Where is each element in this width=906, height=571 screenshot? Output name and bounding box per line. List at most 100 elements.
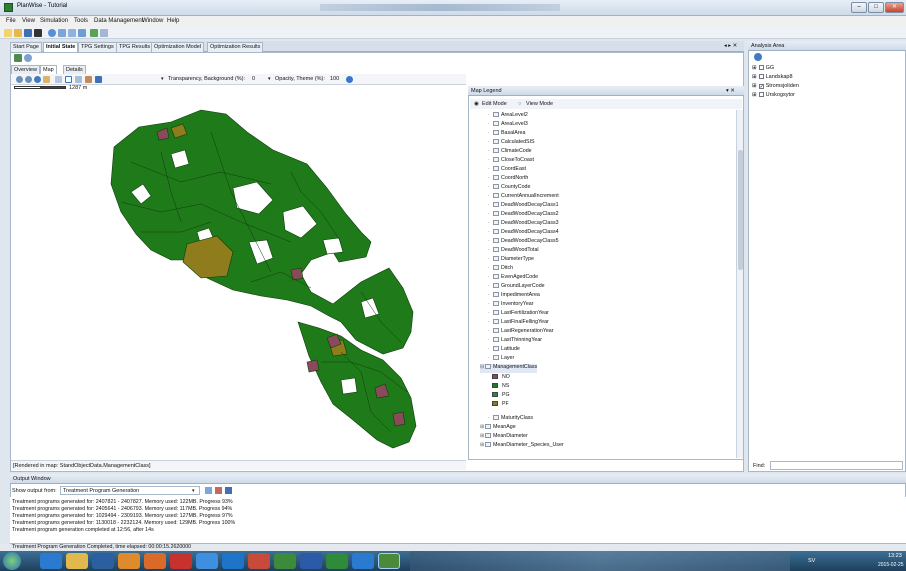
urskogsytor-checkbox[interactable] [758, 92, 764, 97]
output-log[interactable]: Treatment programs generated for: 240782… [10, 497, 906, 543]
acrobat-icon[interactable] [170, 553, 192, 569]
transparency-dropdown-arrow[interactable]: ▾ [161, 76, 164, 82]
legend-item-deadwooddecayclass1[interactable]: · DeadWoodDecayClass1 [488, 202, 559, 211]
legend-item-calculatedsis[interactable]: · CalculatedSIS [488, 139, 535, 148]
start-button-icon[interactable] [3, 552, 21, 570]
legend-item-deadwooddecayclass3[interactable]: · DeadWoodDecayClass3 [488, 220, 559, 229]
legend-item-latitude[interactable]: · Latitude [488, 346, 520, 355]
legend-item-climatecode[interactable]: · ClimateCode [488, 148, 532, 157]
forest-map[interactable] [11, 92, 466, 457]
planwise-taskbar-icon[interactable] [378, 553, 400, 569]
legend-item-lastregenerationyear[interactable]: · LastRegenerationYear [488, 328, 554, 337]
explorer-icon[interactable] [66, 553, 88, 569]
save-icon[interactable] [24, 29, 32, 37]
export-icon[interactable] [90, 29, 98, 37]
legend-item-closetocoast[interactable]: · CloseToCoast [488, 157, 534, 166]
legend-item-impedimentarea[interactable]: · ImpedimentArea [488, 292, 540, 301]
pan-hand-icon[interactable] [43, 76, 50, 83]
legend-scrollbar[interactable] [736, 110, 743, 458]
transparency-value[interactable]: 0 [252, 76, 255, 82]
menu-file[interactable]: File [6, 18, 16, 24]
zoom-out-icon[interactable] [25, 76, 32, 83]
menu-data-management[interactable]: Data Management [94, 18, 143, 24]
settings-icon[interactable] [85, 76, 92, 83]
ie2-icon[interactable] [352, 553, 374, 569]
legend-item-lastthinningyear[interactable]: · LastThinningYear [488, 337, 542, 346]
legend-item-currentannualincrement[interactable]: · CurrentAnnualIncrement [488, 193, 559, 202]
tab-start-page[interactable]: Start Page [10, 42, 42, 52]
save-map-icon[interactable] [95, 76, 102, 83]
legend-item-coordnorth[interactable]: · CoordNorth [488, 175, 528, 184]
legend-item-arealevel3[interactable]: · AreaLevel3 [488, 121, 528, 130]
tab-overview[interactable]: Overview [11, 65, 40, 74]
save-output-icon[interactable] [225, 487, 232, 494]
clock-time[interactable]: 13:23 [888, 553, 902, 559]
clock-date[interactable]: 2015-02-25 [878, 562, 904, 568]
legend-item-inventoryyear[interactable]: · InventoryYear [488, 301, 534, 310]
legend-item-basalarea[interactable]: · BasalArea [488, 130, 525, 139]
opacity-value[interactable]: 100 [330, 76, 339, 82]
edit-mode-radio[interactable]: ◉ [474, 101, 479, 107]
powerpoint-icon[interactable] [144, 553, 166, 569]
analysis-item-gg[interactable]: ⊞ GG [752, 65, 774, 71]
legend-item-diametertype[interactable]: · DiameterType [488, 256, 534, 265]
legend-item-deadwooddecayclass2[interactable]: · DeadWoodDecayClass2 [488, 211, 559, 220]
tab-map[interactable]: Map [40, 65, 57, 74]
excel-icon[interactable] [326, 553, 348, 569]
skype-icon[interactable] [222, 553, 244, 569]
find-input[interactable] [770, 461, 903, 470]
report-icon[interactable] [78, 29, 86, 37]
legend-item-meandiameter-species-user[interactable]: ⊞ MeanDiameter_Species_User [480, 442, 564, 451]
delete-icon[interactable] [34, 29, 42, 37]
app-green-icon[interactable] [274, 553, 296, 569]
language-indicator[interactable]: SV [808, 558, 815, 564]
tab-initial-state[interactable]: Initial State [43, 42, 79, 52]
legend-item-lastfinalfellingyear[interactable]: · LastFinalFellingYear [488, 319, 549, 328]
landskap8-checkbox[interactable] [758, 74, 764, 79]
menu-window[interactable]: Window [142, 18, 163, 24]
legend-item-ditch[interactable]: · Ditch [488, 265, 513, 274]
tab-details[interactable]: Details [63, 65, 86, 74]
tab-tpg-settings[interactable]: TPG Settings [78, 42, 117, 52]
analysis-item-landskap8[interactable]: ⊞ Landskap8 [752, 74, 793, 80]
menu-simulation[interactable]: Simulation [40, 18, 68, 24]
view-mode-radio[interactable]: ○ [518, 101, 521, 107]
legend-item-layer[interactable]: · Layer [488, 355, 514, 364]
chrome-icon[interactable] [196, 553, 218, 569]
run-icon[interactable] [48, 29, 56, 37]
new-icon[interactable] [4, 29, 12, 37]
ie-icon[interactable] [40, 553, 62, 569]
output-source-dropdown[interactable]: Treatment Program Generation ▾ [60, 486, 200, 495]
help-icon[interactable] [100, 29, 108, 37]
menu-help[interactable]: Help [167, 18, 179, 24]
gg-checkbox[interactable] [758, 65, 764, 70]
search-icon[interactable] [75, 76, 82, 83]
opacity-dropdown-arrow[interactable]: ▾ [268, 76, 271, 82]
legend-item-evenagedcode[interactable]: · EvenAgedCode [488, 274, 538, 283]
legend-item-maturityclass[interactable]: · MaturityClass [488, 415, 533, 424]
legend-item-arealevel2[interactable]: · AreaLevel2 [488, 112, 528, 121]
media-icon[interactable] [92, 553, 114, 569]
settings-icon[interactable] [58, 29, 66, 37]
legend-item-deadwooddecayclass5[interactable]: · DeadWoodDecayClass5 [488, 238, 559, 247]
legend-item-lastfertilizationyear[interactable]: · LastFertilizationYear [488, 310, 549, 319]
open-folder-icon[interactable] [14, 29, 22, 37]
legend-item-meandiameter[interactable]: ⊞ MeanDiameter [480, 433, 528, 442]
document-pane-controls[interactable]: ◂ ▸ ✕ [724, 43, 737, 49]
tab-optimization-model[interactable]: Optimization Model [151, 42, 205, 52]
find-output-icon[interactable] [205, 487, 212, 494]
maximize-button[interactable]: □ [868, 2, 884, 13]
menu-view[interactable]: View [22, 18, 35, 24]
info-icon[interactable] [346, 76, 353, 83]
legend-item-countycode[interactable]: · CountyCode [488, 184, 530, 193]
legend-item-deadwooddecayclass4[interactable]: · DeadWoodDecayClass4 [488, 229, 559, 238]
full-extent-icon[interactable] [34, 76, 41, 83]
legend-item-coordeast[interactable]: · CoordEast [488, 166, 526, 175]
tab-tpg-results[interactable]: TPG Results [116, 42, 154, 52]
stromsjoliden-checkbox[interactable]: ✓ [758, 84, 764, 90]
analysis-item-urskogsytor[interactable]: ⊞ Urskogsytor [752, 92, 795, 98]
analysis-item-stromsjoliden[interactable]: ⊞ ✓ Stromsjoliden [752, 83, 799, 90]
zoom-in-icon[interactable] [16, 76, 23, 83]
legend-scrollbar-thumb[interactable] [738, 150, 743, 270]
stats-icon[interactable] [68, 29, 76, 37]
